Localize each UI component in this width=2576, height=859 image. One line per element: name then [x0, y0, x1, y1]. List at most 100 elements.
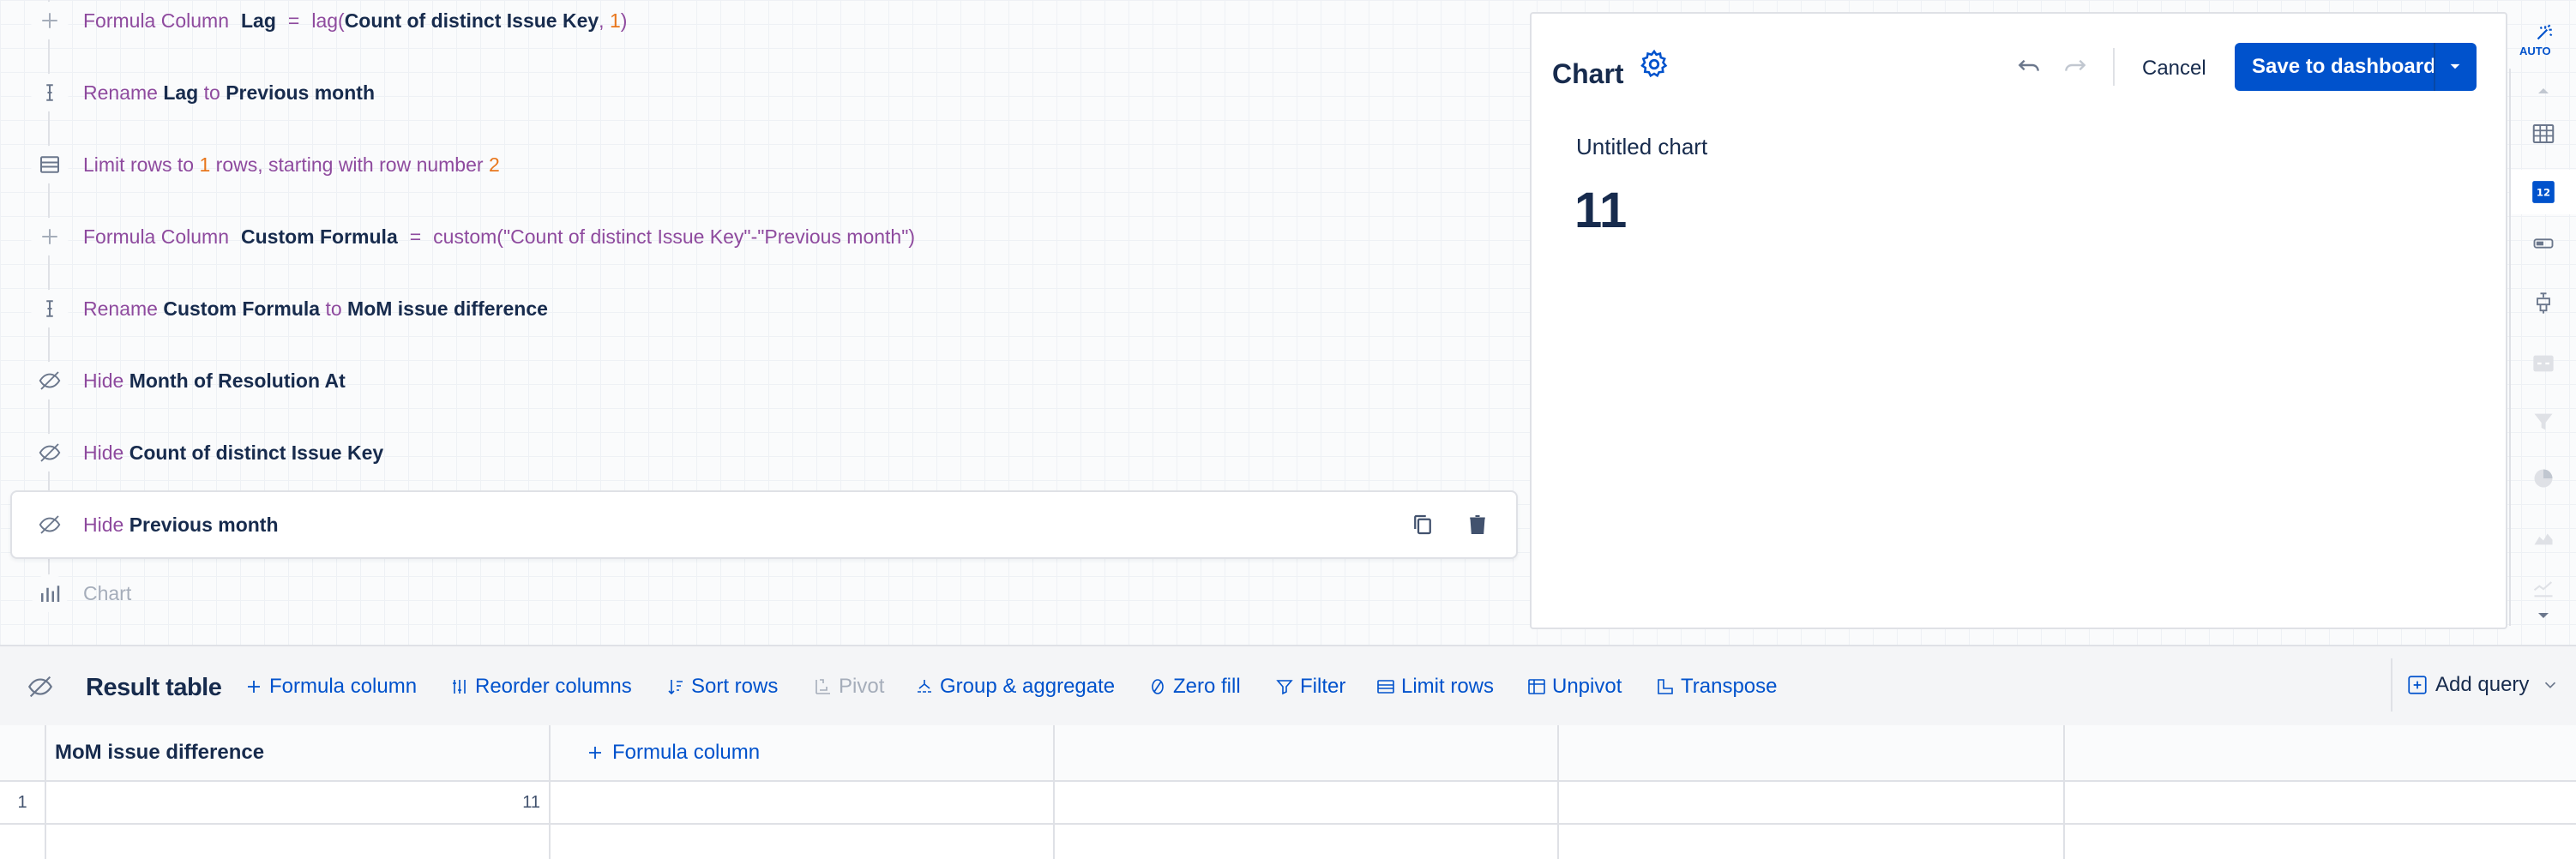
trash-icon[interactable] [1465, 512, 1490, 538]
row-index [0, 825, 46, 859]
pie-chart-icon[interactable] [2528, 463, 2559, 494]
step-formula-lag[interactable]: Formula Column Lag = lag(Count of distinct … [10, 0, 1518, 55]
number-compare-icon[interactable] [2528, 348, 2559, 379]
table-cell[interactable]: 11 [46, 782, 551, 825]
plus-icon [31, 218, 69, 255]
filter-icon [1276, 680, 1293, 695]
step-chart[interactable]: Chart [10, 559, 1518, 628]
reorder-columns-button[interactable]: Reorder columns [449, 672, 632, 701]
add-query-button[interactable]: Add query [2391, 658, 2571, 712]
reorder-icon [453, 680, 466, 694]
result-table-title: Result table [86, 674, 222, 701]
text-cursor-icon [31, 290, 69, 327]
limit-rows-icon [1377, 680, 1394, 694]
toolbar-divider [2113, 48, 2115, 86]
auto-icon[interactable] [2528, 21, 2559, 46]
query-steps: Formula Column Lag = lag(Count of distinct … [10, 0, 1518, 645]
group-aggregate-button[interactable]: Group & aggregate [914, 672, 1115, 701]
single-value-icon[interactable]: 12 [2528, 177, 2559, 207]
unpivot-button[interactable]: Unpivot [1526, 672, 1622, 701]
button-label: Group & aggregate [940, 675, 1116, 698]
chevron-down-icon[interactable] [2541, 676, 2560, 694]
empty-column-header [2065, 725, 2576, 782]
table-cell [1559, 825, 2065, 859]
button-label: Transpose [1681, 675, 1778, 698]
text-cursor-icon [31, 74, 69, 111]
area-chart-icon[interactable] [2528, 521, 2559, 552]
step-text: Hide Previous month [83, 513, 279, 536]
step-rename-custom[interactable]: Rename Custom Formula to MoM issue diffe… [10, 274, 1518, 343]
duplicate-icon[interactable] [1410, 512, 1435, 538]
table-cell [1055, 825, 1559, 859]
zero-fill-button[interactable]: Zero fill [1147, 672, 1241, 701]
button-label: Filter [1300, 675, 1346, 698]
gear-icon[interactable] [1638, 48, 1670, 81]
column-header-label: MoM issue difference [55, 741, 265, 764]
zero-fill-icon [1152, 679, 1164, 694]
toggle-icon[interactable] [2528, 228, 2559, 259]
chevron-up-icon[interactable] [2528, 75, 2559, 106]
step-formula-custom[interactable]: Formula Column Custom Formula = custom("Cou… [10, 202, 1518, 271]
table-cell [1055, 782, 1559, 825]
auto-label[interactable]: AUTO [2519, 45, 2551, 57]
step-limit-rows[interactable]: Limit rows to 1 rows, starting with row … [10, 130, 1518, 199]
add-column-label: Formula column [612, 741, 761, 764]
query-builder-area: Formula Column Lag = lag(Count of distinct … [0, 0, 2576, 645]
column-header[interactable]: MoM issue difference [46, 725, 551, 782]
eye-off-icon[interactable] [26, 672, 55, 701]
table-cell [551, 782, 1055, 825]
step-hide-previous[interactable]: Hide Previous month [10, 490, 1518, 559]
redo-icon[interactable] [2061, 51, 2089, 79]
button-label: Limit rows [1401, 675, 1495, 698]
step-text: Formula Column Custom Formula = custom("Cou… [83, 225, 916, 248]
table-cell [2065, 825, 2576, 859]
add-query-icon [2406, 674, 2429, 696]
group-icon [918, 680, 931, 693]
single-value: 11 [1574, 183, 1628, 238]
step-text: Hide Month of Resolution At [83, 369, 346, 392]
transpose-icon [1658, 679, 1673, 694]
add-query-label: Add query [2435, 673, 2530, 696]
result-table: MoM issue difference Formula column 1 11 [0, 725, 2576, 859]
eye-off-icon [31, 362, 69, 399]
plus-icon [31, 2, 69, 39]
formula-column-button[interactable]: Formula column [244, 672, 417, 701]
step-rename-lag[interactable]: Rename Lag to Previous month [10, 58, 1518, 127]
filter-button[interactable]: Filter [1274, 672, 1345, 701]
sort-rows-button[interactable]: Sort rows [665, 672, 778, 701]
step-hide-month[interactable]: Hide Month of Resolution At [10, 346, 1518, 415]
cancel-button[interactable]: Cancel [2142, 50, 2206, 87]
chevron-down-icon[interactable] [2528, 600, 2559, 631]
chart-type-rail: AUTO 12 [2509, 0, 2576, 645]
step-text: Limit rows to 1 rows, starting with row … [83, 153, 500, 176]
eye-off-icon [31, 434, 69, 472]
bar-chart-icon[interactable] [2528, 288, 2559, 319]
table-cell [1559, 782, 2065, 825]
pivot-button[interactable]: Pivot [813, 672, 884, 701]
save-to-dashboard-button[interactable]: Save to dashboard [2235, 43, 2477, 91]
caret-down-icon[interactable] [2444, 55, 2466, 77]
row-index-header [0, 725, 46, 782]
funnel-icon[interactable] [2528, 406, 2559, 437]
chart-panel: Chart Cancel Save to dashboard Untitled … [1530, 12, 2507, 629]
button-label: Unpivot [1552, 675, 1622, 698]
step-text: Rename Lag to Previous month [83, 81, 375, 104]
line-chart-icon[interactable] [2528, 573, 2559, 604]
add-formula-column-header[interactable]: Formula column [551, 725, 1055, 782]
table-cell [551, 825, 1055, 859]
undo-icon[interactable] [2015, 51, 2043, 79]
limit-rows-icon [31, 146, 69, 183]
button-label: Formula column [269, 675, 418, 698]
transpose-button[interactable]: Transpose [1655, 672, 1778, 701]
step-text: Formula Column Lag = lag(Count of distinct … [83, 9, 628, 32]
unpivot-icon [1528, 679, 1545, 694]
button-label: Zero fill [1173, 675, 1241, 698]
step-text: Chart [83, 581, 132, 604]
empty-column-header [1559, 725, 2065, 782]
chart-title[interactable]: Untitled chart [1576, 134, 1707, 160]
limit-rows-button[interactable]: Limit rows [1375, 672, 1494, 701]
step-hide-count[interactable]: Hide Count of distinct Issue Key [10, 418, 1518, 487]
table-icon[interactable] [2528, 118, 2559, 149]
plus-icon [248, 681, 260, 693]
split-divider [2434, 43, 2435, 91]
